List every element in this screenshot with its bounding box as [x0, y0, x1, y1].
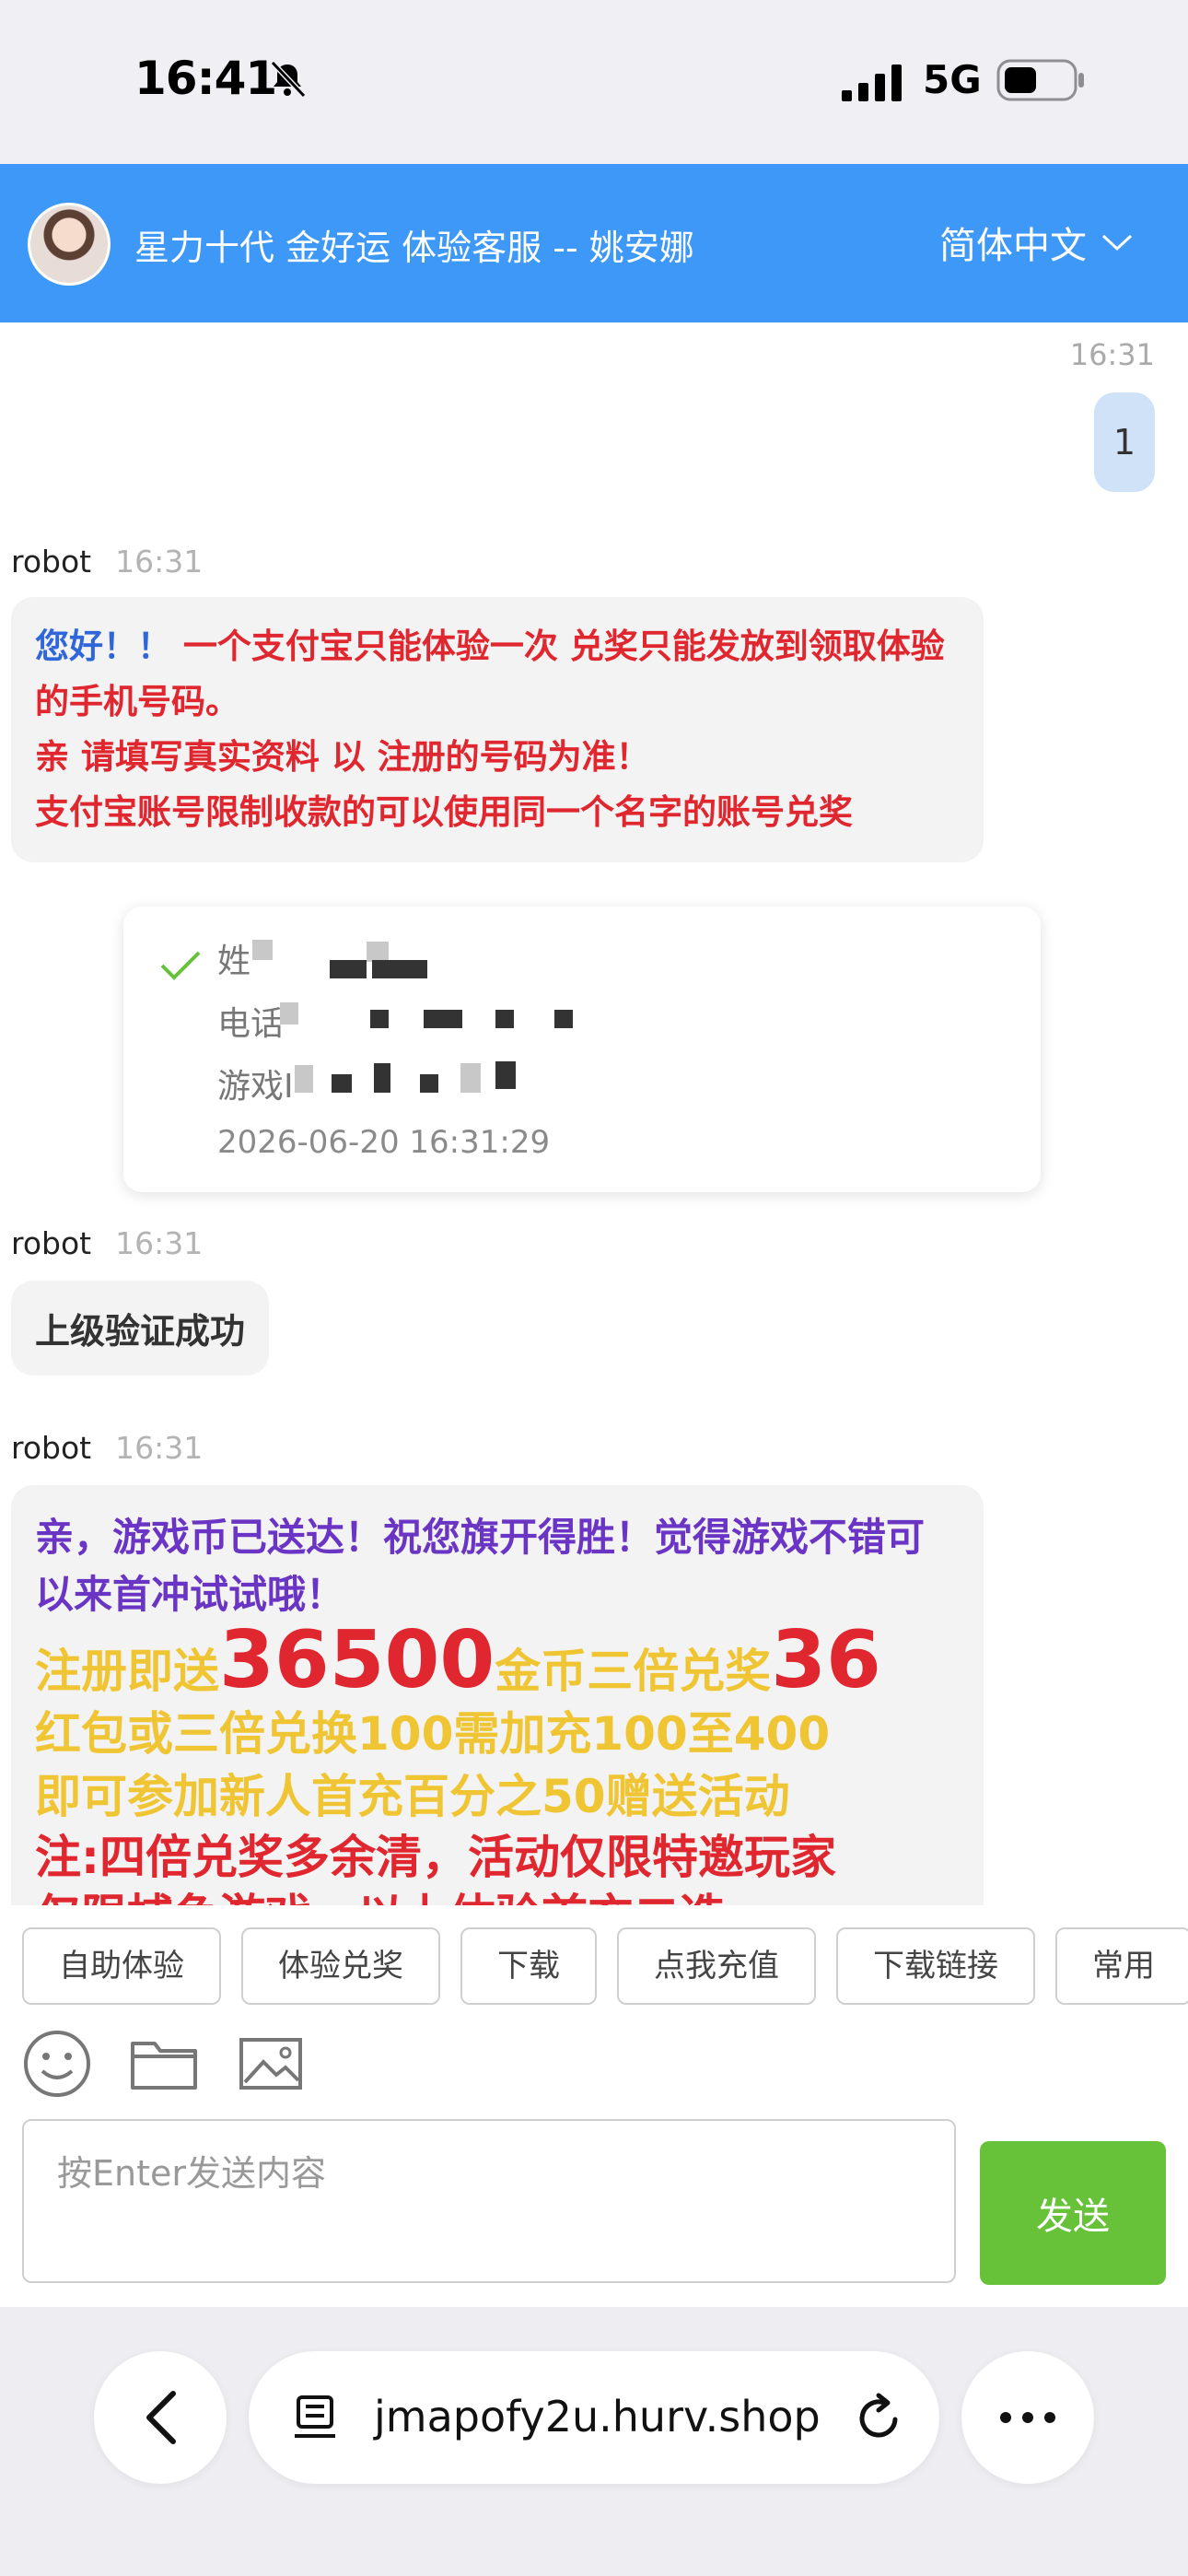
message-time: 16:31	[115, 544, 204, 580]
check-icon	[160, 951, 201, 980]
phone-label: 电话	[217, 1005, 285, 1043]
send-button[interactable]: 发送	[980, 2141, 1166, 2285]
game-id-label: 游戏I	[217, 1068, 294, 1106]
promo-line: 注册即送36500金币三倍兑奖36	[35, 1614, 881, 1706]
greeting-text: 您好！！	[35, 626, 171, 666]
message-time: 16:31	[115, 1225, 204, 1261]
address-bar[interactable]: jmapofy2u.hurv.shop	[249, 2351, 939, 2484]
robot-message-bubble: 亲，游戏币已送达！祝您旗开得胜！觉得游戏不错可以来首冲试试哦！ 注册即送3650…	[11, 1485, 984, 1905]
quick-reply-redeem[interactable]: 体验兑奖	[241, 1927, 440, 2005]
battery-icon	[996, 59, 1084, 101]
folder-icon[interactable]	[127, 2027, 201, 2101]
quick-reply-download[interactable]: 下载	[460, 1927, 597, 2005]
message-time: 16:31	[115, 1430, 204, 1466]
back-chevron-icon	[146, 2391, 176, 2444]
promo-line: 红包或三倍兑换100需加充100至400	[35, 1707, 831, 1761]
robot-message-bubble: 您好！！ 一个支付宝只能体验一次 兑奖只能发放到领取体验的手机号码。 亲 请填写…	[11, 597, 984, 862]
message-input[interactable]	[22, 2119, 956, 2283]
submitted-form-card: 姓 电话 游戏I 2026-06-20 16:31:29	[123, 907, 1041, 1192]
name-label: 姓	[217, 943, 251, 980]
avatar[interactable]	[28, 203, 111, 286]
my-message-bubble: 1	[1094, 392, 1155, 492]
back-button[interactable]	[94, 2351, 227, 2484]
image-icon[interactable]	[234, 2027, 308, 2101]
chat-header: 星力十代 金好运 体验客服 -- 姚安娜 简体中文	[0, 164, 1188, 322]
cellular-signal-icon	[842, 64, 902, 101]
form-timestamp: 2026-06-20 16:31:29	[217, 1124, 551, 1161]
quick-reply-bar[interactable]: 自助体验 体验兑奖 下载 点我充值 下载链接 常用	[22, 1927, 1188, 2005]
robot-message-bubble: 上级验证成功	[11, 1281, 270, 1376]
message-text: 亲，游戏币已送达！祝您旗开得胜！觉得游戏不错可以来首冲试试哦！	[35, 1515, 926, 1617]
quick-reply-recharge[interactable]: 点我充值	[617, 1927, 816, 2005]
browser-toolbar: jmapofy2u.hurv.shop	[0, 2307, 1188, 2576]
sender-name: robot	[11, 544, 92, 580]
network-type: 5G	[923, 57, 982, 102]
status-bar: 16:41 5G	[0, 0, 1188, 164]
composer-panel: 自助体验体验兑奖下载点我充值下载链接常用 发送	[0, 1905, 1188, 2307]
quick-reply-download-link[interactable]: 下载链接	[836, 1927, 1035, 2005]
promo-line: 仅限捕鱼游戏，以上体验首充二选一	[35, 1887, 960, 1905]
message-meta: robot 16:31	[11, 1430, 203, 1466]
quick-reply-common[interactable]: 常用	[1055, 1927, 1188, 2005]
message-text: 支付宝账号限制收款的可以使用同一个名字的账号兑奖	[35, 792, 853, 832]
more-icon	[1000, 2412, 1055, 2423]
status-time: 16:41	[134, 52, 277, 105]
my-message-time: 16:31	[1069, 337, 1155, 372]
more-button[interactable]	[961, 2351, 1094, 2484]
agent-title: 星力十代 金好运 体验客服 -- 姚安娜	[134, 228, 694, 268]
bell-slash-icon	[270, 60, 307, 99]
chevron-down-icon	[1101, 234, 1133, 252]
reload-icon[interactable]	[853, 2392, 906, 2445]
promo-line: 注:四倍兑奖多余清，活动仅限特邀玩家	[35, 1831, 836, 1884]
quick-reply-self-service[interactable]: 自助体验	[22, 1927, 221, 2005]
message-meta: robot 16:31	[11, 544, 203, 580]
message-meta: robot 16:31	[11, 1225, 203, 1261]
message-text: 亲 请填写真实资料 以 注册的号码为准！	[35, 737, 650, 777]
url-text: jmapofy2u.hurv.shop	[374, 2392, 821, 2441]
sender-name: robot	[11, 1225, 92, 1261]
page-menu-icon[interactable]	[289, 2392, 341, 2443]
language-select[interactable]: 简体中文	[939, 216, 1135, 269]
language-label: 简体中文	[939, 225, 1087, 267]
message-text: 一个支付宝只能体验一次 兑奖只能发放到领取体验的手机号码。	[35, 626, 945, 721]
chat-messages[interactable]: 16:31 1 robot 16:31 您好！！ 一个支付宝只能体验一次 兑奖只能…	[0, 322, 1188, 1905]
sender-name: robot	[11, 1430, 92, 1466]
composer-tools	[20, 2027, 308, 2104]
promo-line: 即可参加新人首充百分之50赠送活动	[35, 1770, 790, 1823]
emoji-icon[interactable]	[20, 2027, 94, 2101]
